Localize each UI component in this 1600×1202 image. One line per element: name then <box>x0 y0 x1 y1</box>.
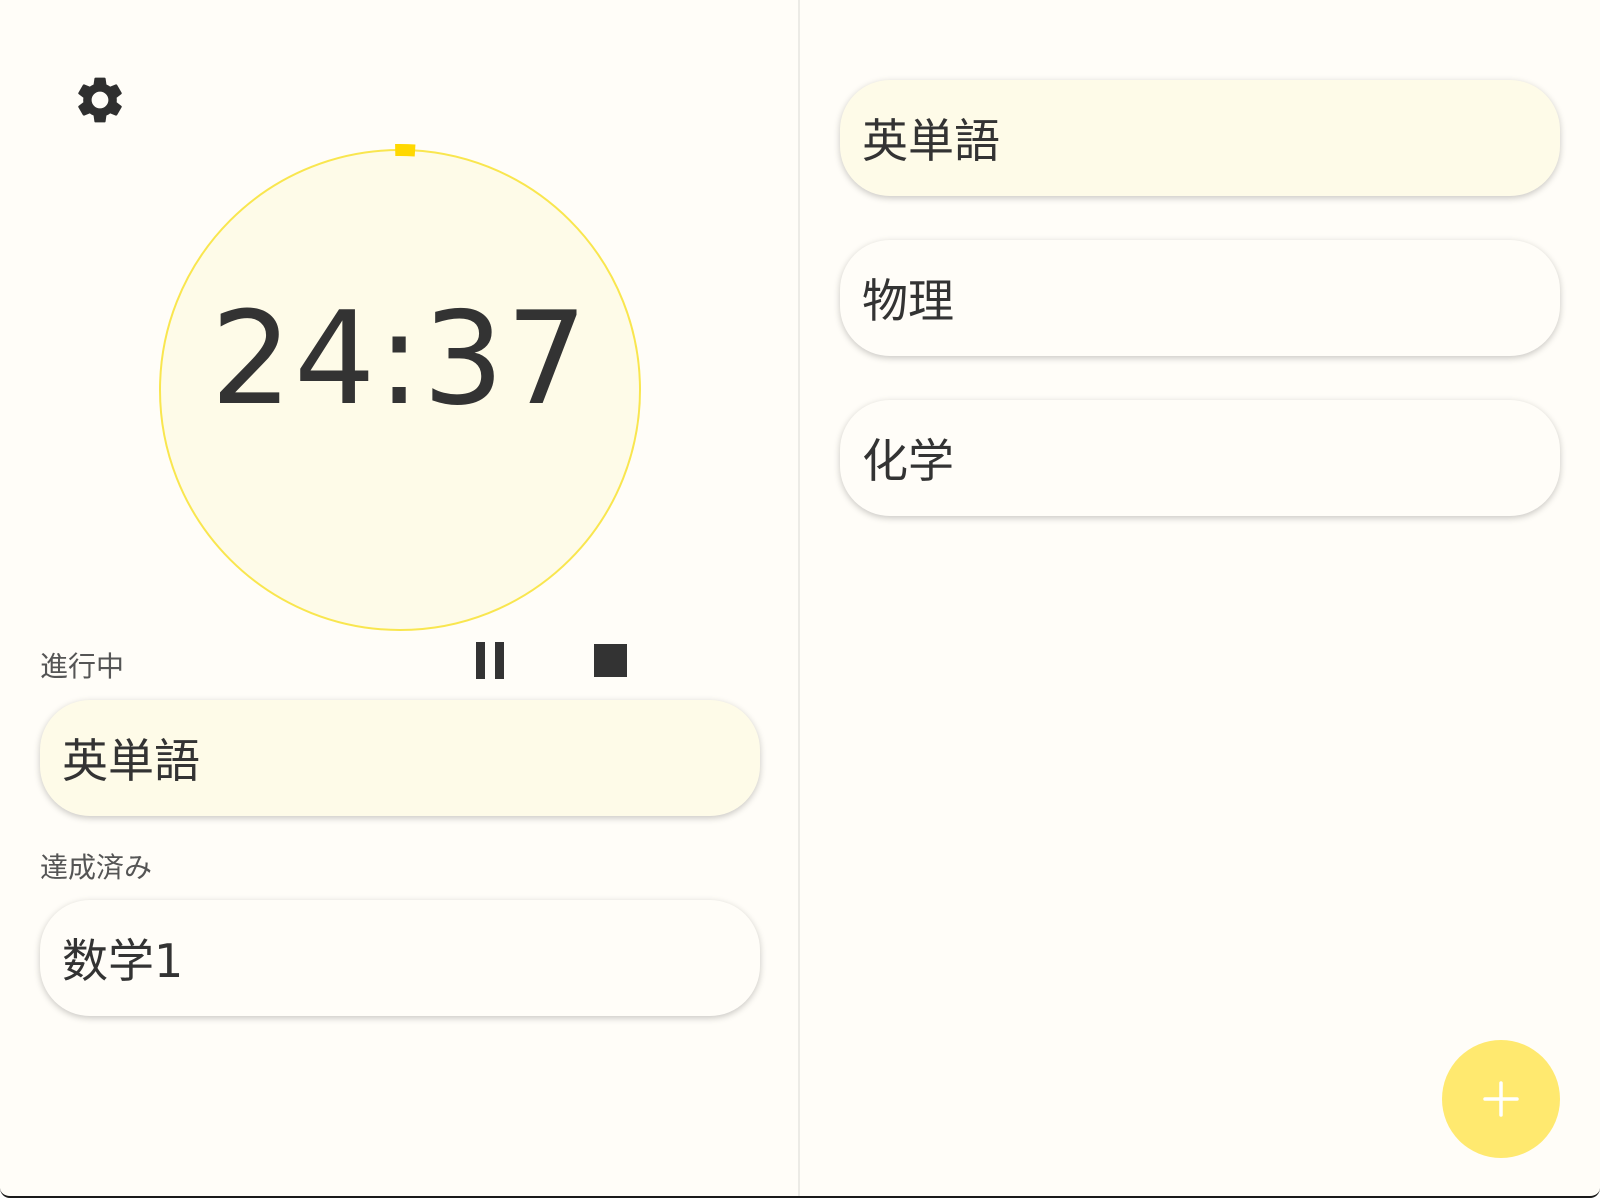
settings-button[interactable] <box>70 70 130 130</box>
in-progress-label: 進行中 <box>40 650 125 683</box>
subject-item-label: 英単語 <box>862 114 1000 168</box>
timer-dial: 24:37 <box>150 140 650 679</box>
stop-button[interactable] <box>585 635 635 685</box>
timer-display: 24:37 <box>210 285 590 434</box>
stop-icon <box>593 643 627 677</box>
completed-task-label: 数学1 <box>62 934 184 988</box>
completed-label: 達成済み <box>40 851 153 884</box>
panel-divider <box>798 0 800 1196</box>
subject-item[interactable]: 物理 <box>840 240 1560 356</box>
in-progress-task[interactable]: 英単語 <box>40 700 760 816</box>
subject-item[interactable]: 英単語 <box>840 80 1560 196</box>
subject-item-label: 化学 <box>862 434 954 488</box>
subject-item[interactable]: 化学 <box>840 400 1560 516</box>
pause-icon <box>471 641 509 679</box>
in-progress-task-label: 英単語 <box>62 734 200 788</box>
subject-item-label: 物理 <box>862 274 954 328</box>
app-window: 24:37 進行中 英単語 達成済み 数学1 英単語 物理 化学 <box>0 0 1600 1198</box>
pause-button[interactable] <box>465 635 515 685</box>
plus-icon <box>1483 1081 1519 1117</box>
gear-icon <box>78 77 122 123</box>
completed-task[interactable]: 数学1 <box>40 900 760 1016</box>
add-subject-button[interactable] <box>1442 1040 1560 1158</box>
